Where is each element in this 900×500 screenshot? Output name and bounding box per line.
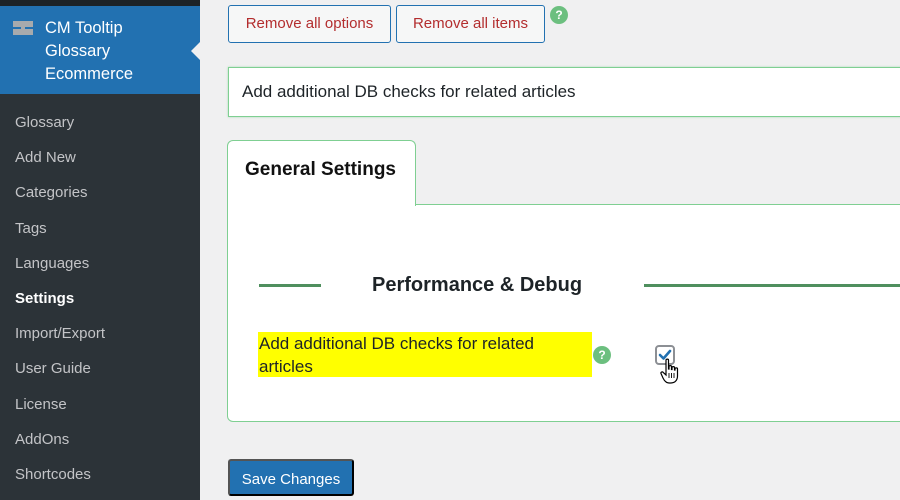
plugin-menu-title: CM Tooltip Glossary Ecommerce [45,19,134,83]
settings-panel [227,204,900,422]
sidebar-item-languages[interactable]: Languages [0,246,200,281]
option-help-icon[interactable]: ? [593,346,611,364]
tab-general-settings[interactable]: General Settings [227,140,416,206]
sidebar-item-categories[interactable]: Categories [0,175,200,210]
section-title: Performance & Debug [372,274,583,296]
option-label: Add additional DB checks for related art… [258,332,592,377]
section-divider-left [259,284,321,287]
sidebar-submenu: Glossary Add New Categories Tags Languag… [0,105,200,492]
section-divider-right [644,284,900,287]
plugin-menu-icon [13,21,33,35]
help-icon[interactable]: ? [550,6,568,24]
sidebar-item-shortcodes[interactable]: Shortcodes [0,457,200,492]
remove-all-options-button[interactable]: Remove all options [228,5,391,43]
sidebar-item-license[interactable]: License [0,387,200,422]
remove-all-items-button[interactable]: Remove all items [396,5,545,43]
sidebar-item-user-guide[interactable]: User Guide [0,351,200,386]
sidebar-plugin-menu[interactable]: CM Tooltip Glossary Ecommerce [0,6,200,94]
save-changes-button[interactable]: Save Changes [228,459,354,496]
sidebar-item-tags[interactable]: Tags [0,211,200,246]
hand-pointer-cursor-icon [660,358,679,384]
sidebar-item-addons[interactable]: AddOns [0,422,200,457]
sidebar-item-glossary[interactable]: Glossary [0,105,200,140]
current-menu-arrow-icon [191,42,200,60]
admin-sidebar: CM Tooltip Glossary Ecommerce Glossary A… [0,0,200,500]
sidebar-item-import-export[interactable]: Import/Export [0,316,200,351]
settings-search-input[interactable]: Add additional DB checks for related art… [228,67,900,117]
sidebar-item-settings[interactable]: Settings [0,281,200,316]
sidebar-item-add-new[interactable]: Add New [0,140,200,175]
